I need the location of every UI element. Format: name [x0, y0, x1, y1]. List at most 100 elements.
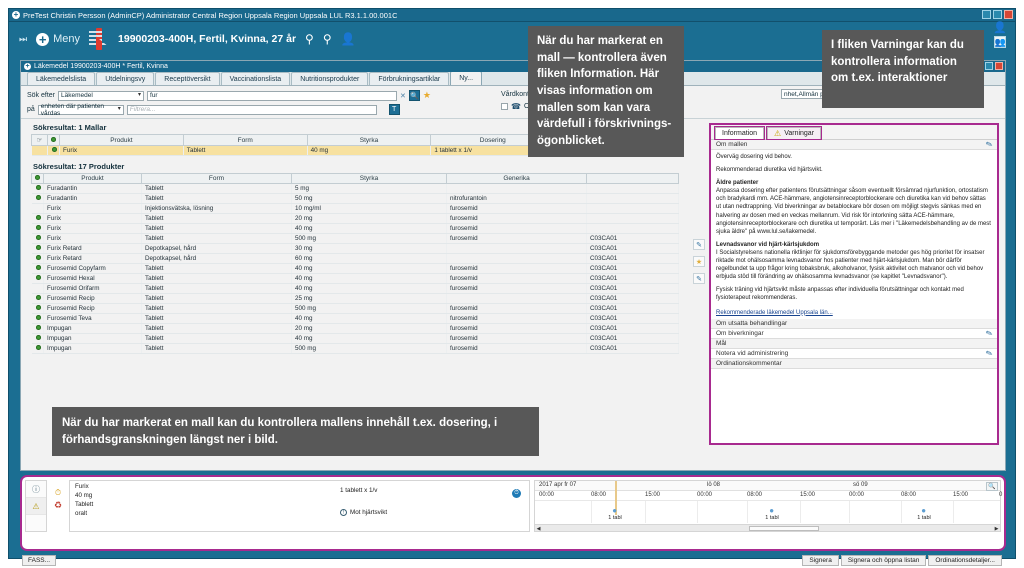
info-icon[interactable]: ⓘ	[26, 481, 46, 498]
table-row[interactable]: Furadantin Tablett 5 mg	[31, 183, 679, 194]
table-row[interactable]: Furosemid Recip Tablett 500 mg furosemid C03…	[31, 303, 679, 314]
clear-x-icon[interactable]: ✕	[400, 92, 406, 100]
scope-select[interactable]: enheten där patienten vårdas	[37, 103, 124, 117]
cell-styrka: 40 mg	[291, 313, 447, 324]
zoom-icon[interactable]: 🔍	[986, 482, 998, 491]
minimize-button[interactable]	[982, 10, 991, 19]
maximize-button[interactable]	[985, 62, 993, 70]
timeline-dose-1[interactable]: ● 1 tabl	[765, 507, 778, 522]
accordion-om-biverkningar[interactable]: Om biverkningar ✎	[711, 328, 997, 339]
cell-atc	[586, 183, 679, 194]
col-status[interactable]	[47, 134, 60, 146]
people-icon[interactable]: 👥	[994, 36, 1007, 48]
table-row[interactable]: Furadantin Tablett 50 mg nitrofurantoin	[31, 193, 679, 204]
person-icon[interactable]: 👤	[993, 23, 1007, 34]
expand-icon[interactable]: ✎	[693, 273, 705, 284]
timeline-scrollbar[interactable]: ◀ ▶	[535, 524, 1000, 532]
ordinationsdetaljer-button[interactable]: Ordinationsdetaljer...	[928, 555, 1002, 566]
table-row[interactable]: Furix Injektionsvätska, lösning 10 mg/ml fu…	[31, 203, 679, 214]
rekommenderade-lakemedel-link[interactable]: Rekommenderade läkemedel Uppsala län...	[711, 308, 997, 319]
cell-generika: furosemid	[446, 223, 587, 234]
col-form[interactable]: Form	[182, 134, 308, 146]
tab-receptoversikt[interactable]: Receptöversikt	[155, 72, 220, 85]
table-row[interactable]: Furosemid Hexal Tablett 40 mg furosemid C03C…	[31, 273, 679, 284]
sidebar-toggle-icon[interactable]: ⏭	[19, 34, 27, 45]
star-icon[interactable]: ★	[693, 256, 705, 267]
accordion-ordinationskommentar[interactable]: Ordinationskommentar	[711, 358, 997, 369]
cell-atc: C03CA01	[586, 243, 679, 254]
pencil-icon[interactable]: ✎	[985, 348, 994, 359]
col-generika[interactable]: Generika	[446, 173, 587, 184]
accordion-notera-vid-administrering[interactable]: Notera vid administrering ✎	[711, 348, 997, 359]
cell-form: Tablett	[141, 183, 292, 194]
cell-atc: C03CA01	[586, 273, 679, 284]
table-row[interactable]: Furix Tablett 40 mg furosemid	[31, 223, 679, 234]
clock-icon[interactable]: ⏱	[512, 489, 521, 498]
col-produkt[interactable]: Produkt	[43, 173, 142, 184]
maximize-button[interactable]	[993, 10, 1002, 19]
close-button[interactable]	[1004, 10, 1013, 19]
table-row[interactable]: Impugan Tablett 500 mg furosemid C03CA01	[31, 343, 679, 354]
table-row[interactable]: Furix Tablett 20 mg furosemid	[31, 213, 679, 224]
table-row[interactable]: Impugan Tablett 40 mg furosemid C03CA01	[31, 333, 679, 344]
vardkontakt-checkbox[interactable]	[501, 103, 508, 110]
col-produkt[interactable]: Produkt	[59, 134, 184, 146]
search-input[interactable]: fur	[147, 90, 398, 101]
window-controls[interactable]	[982, 10, 1013, 19]
fertility-icon[interactable]: ⚲	[305, 32, 314, 46]
tab-varningar[interactable]: ⚠ Varningar	[766, 126, 823, 140]
col-styrka[interactable]: Styrka	[291, 173, 447, 184]
tab-information[interactable]: Information	[713, 126, 766, 140]
row-status	[31, 313, 44, 324]
col-form[interactable]: Form	[141, 173, 292, 184]
scroll-left-icon[interactable]: ◀	[535, 525, 542, 532]
timeline-dose-2[interactable]: ● 1 tabl	[917, 507, 930, 522]
expand-icon[interactable]: ✎	[693, 239, 705, 250]
tab-forbrukningsartiklar[interactable]: Förbrukningsartiklar	[369, 72, 450, 85]
table-row[interactable]: Furosemid Recip Tablett 25 mg C03CA01	[31, 293, 679, 304]
col-status[interactable]	[31, 173, 44, 184]
signera-och-oppna-listan-button[interactable]: Signera och öppna listan	[840, 555, 927, 566]
menu-button[interactable]: + Meny	[36, 32, 80, 46]
magnifier-icon[interactable]: 🔍	[408, 90, 420, 101]
table-row[interactable]: Furix Retard Depotkapsel, hård 60 mg C03CA0…	[31, 253, 679, 264]
fass-button[interactable]: FASS...	[22, 555, 57, 566]
location-pin-icon[interactable]: ⚲	[323, 32, 332, 46]
close-button[interactable]	[995, 62, 1003, 70]
pencil-icon[interactable]: ✎	[985, 139, 994, 150]
tab-utdelningsvy[interactable]: Utdelningsvy	[96, 72, 155, 85]
table-row[interactable]: Furix Retard Depotkapsel, hård 30 mg C03CA0…	[31, 243, 679, 254]
cell-produkt: Impugan	[43, 343, 142, 354]
accordion-om-mallen[interactable]: Om mallen ✎	[711, 139, 997, 150]
accordion-mal[interactable]: Mål	[711, 338, 997, 349]
warning-triangle-icon[interactable]: ⚠	[26, 498, 46, 515]
star-icon[interactable]: ★	[423, 90, 431, 101]
table-row[interactable]: Furosemid Teva Tablett 40 mg furosemid C03CA…	[31, 313, 679, 324]
cell-produkt: Furix	[43, 213, 142, 224]
timeline-dose-0[interactable]: ● 1 tabl	[608, 507, 621, 522]
pencil-icon[interactable]: ✎	[985, 328, 994, 339]
phone-icon[interactable]: ☎	[511, 102, 521, 111]
cell-produkt: Furadantin	[43, 193, 142, 204]
table-row[interactable]: Furosemid Orifarm Tablett 40 mg furosemid C0…	[31, 283, 679, 294]
tab-ny[interactable]: Ny...	[450, 71, 483, 85]
signera-button[interactable]: Signera	[802, 555, 839, 566]
accordion-om-utsatta[interactable]: Om utsatta behandlingar	[711, 318, 997, 329]
cell-form: Tablett	[141, 273, 292, 284]
row-status	[31, 203, 44, 214]
table-row[interactable]: Furosemid Copyfarm Tablett 40 mg furosemid C…	[31, 263, 679, 274]
filter-input[interactable]: Filtrera...	[126, 104, 377, 115]
tab-nutritionsprodukter[interactable]: Nutritionsprodukter	[291, 72, 369, 85]
table-row[interactable]: Furix Tablett 500 mg furosemid C03CA01	[31, 233, 679, 244]
col-styrka[interactable]: Styrka	[306, 134, 432, 146]
search-type-select[interactable]: Läkemedel	[58, 90, 145, 101]
col-marker[interactable]: ☞	[31, 134, 48, 146]
table-row[interactable]: Impugan Tablett 20 mg furosemid C03CA01	[31, 323, 679, 334]
person-icon[interactable]: 👤	[341, 32, 356, 46]
tab-lakemedelslista[interactable]: Läkemedelslista	[27, 72, 96, 85]
col-atc[interactable]	[586, 173, 679, 184]
tab-vaccinationslista[interactable]: Vaccinationslista	[220, 72, 291, 85]
scroll-thumb[interactable]	[748, 526, 819, 531]
scroll-right-icon[interactable]: ▶	[993, 525, 1000, 532]
filter-icon[interactable]: T	[388, 104, 400, 115]
